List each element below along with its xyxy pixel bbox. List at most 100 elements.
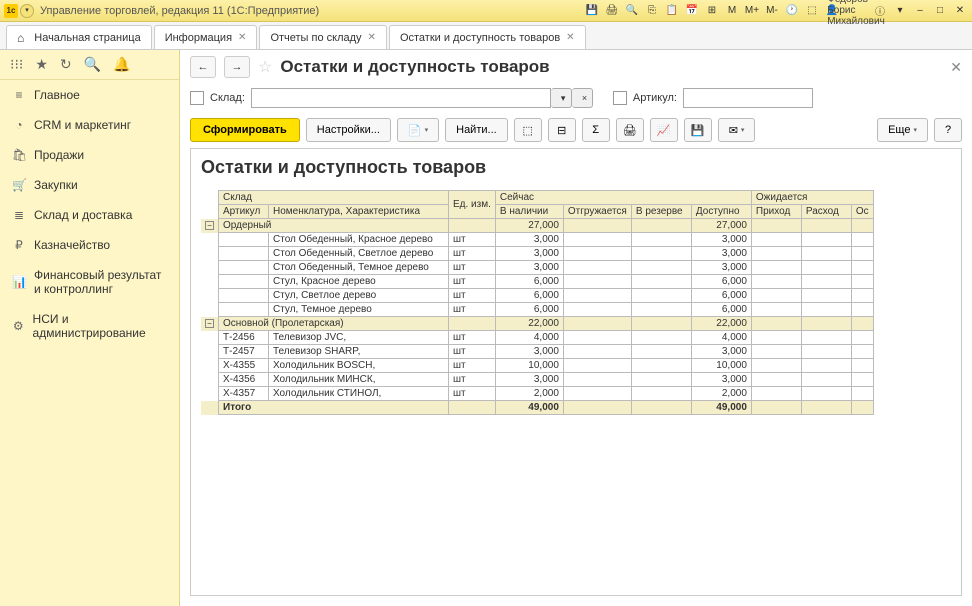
table-row[interactable]: Т-2457Телевизор SHARP,шт3,0003,000 (201, 345, 873, 359)
sidebar-icon: ₽ (12, 238, 26, 252)
sidebar-item-label: Склад и доставка (34, 208, 132, 222)
sklad-label: Склад: (210, 92, 245, 104)
minimize-button[interactable]: – (912, 3, 928, 19)
artikul-checkbox[interactable] (613, 91, 627, 105)
sidebar-item-label: Финансовый результат и контроллинг (34, 268, 169, 296)
table-row[interactable]: Стул, Красное деревошт6,0006,000 (201, 275, 873, 289)
star-icon[interactable]: ★ (35, 56, 48, 73)
sidebar-item-0[interactable]: ≡Главное (0, 80, 179, 110)
expand-button[interactable]: ⬚ (514, 118, 542, 142)
table-row[interactable]: Стол Обеденный, Красное деревошт3,0003,0… (201, 233, 873, 247)
table-row[interactable]: Х-4357Холодильник СТИНОЛ,шт2,0002,000 (201, 387, 873, 401)
table-row[interactable]: Х-4355Холодильник BOSCH,шт10,00010,000 (201, 359, 873, 373)
sidebar-item-4[interactable]: ≣Склад и доставка (0, 200, 179, 230)
save-report-button[interactable]: 💾 (684, 118, 712, 142)
forward-button[interactable]: → (224, 56, 250, 78)
sidebar-item-2[interactable]: 🛍 Продажи (0, 140, 179, 170)
bell-icon[interactable]: 🔔 (113, 56, 130, 73)
sidebar-icon: 🛍 (12, 148, 26, 162)
close-icon[interactable]: ✕ (368, 32, 376, 43)
titlebar: 1c ▾ Управление торговлей, редакция 11 (… (0, 0, 972, 22)
content-header: ← → ☆ Остатки и доступность товаров ✕ (180, 50, 972, 84)
sidebar-item-label: Продажи (34, 148, 84, 162)
find-button[interactable]: Найти... (445, 118, 508, 142)
report-table: СкладЕд. изм.СейчасОжидаетсяАртикулНомен… (201, 190, 874, 415)
content: ← → ☆ Остатки и доступность товаров ✕ Ск… (180, 50, 972, 606)
collapse-icon[interactable]: − (205, 319, 214, 328)
tab-home[interactable]: Начальная страница (6, 25, 152, 49)
back-button[interactable]: ← (190, 56, 216, 78)
table-row[interactable]: Стул, Светлое деревошт6,0006,000 (201, 289, 873, 303)
close-window-button[interactable]: ✕ (952, 3, 968, 19)
hdr-ed: Ед. изм. (449, 191, 496, 219)
tab-reports[interactable]: Отчеты по складу✕ (259, 25, 387, 49)
calendar-icon[interactable]: 📅 (684, 3, 700, 19)
nav-icon[interactable]: ⬚ (804, 3, 820, 19)
sklad-input[interactable] (251, 88, 551, 108)
print-button[interactable]: 🖨 (616, 118, 644, 142)
close-icon[interactable]: ✕ (238, 32, 246, 43)
hdr-expected: Ожидается (751, 191, 873, 205)
sklad-checkbox[interactable] (190, 91, 204, 105)
clipboard-icon[interactable]: 📋 (664, 3, 680, 19)
report-area[interactable]: Остатки и доступность товаров СкладЕд. и… (190, 148, 962, 596)
dropdown-icon[interactable]: ▾ (892, 3, 908, 19)
favorite-icon[interactable]: ☆ (258, 57, 272, 77)
hdr-now: Сейчас (495, 191, 751, 205)
m-plus-icon[interactable]: M+ (744, 3, 760, 19)
apps-icon[interactable]: ⁝⁝⁝ (10, 56, 23, 73)
form-button[interactable]: Сформировать (190, 118, 300, 142)
report-title: Остатки и доступность товаров (201, 157, 951, 178)
close-page-button[interactable]: ✕ (950, 59, 962, 76)
hdr-instock: В наличии (495, 205, 563, 219)
sidebar-item-5[interactable]: ₽ Казначейство (0, 230, 179, 260)
group-row[interactable]: −Ордерный27,00027,000 (201, 219, 873, 233)
sidebar-item-7[interactable]: ⚙НСИ и администрирование (0, 304, 179, 348)
tab-label: Остатки и доступность товаров (400, 32, 560, 44)
calc-icon[interactable]: ⊞ (704, 3, 720, 19)
sidebar-item-6[interactable]: 📊 Финансовый результат и контроллинг (0, 260, 179, 304)
table-row[interactable]: Стул, Темное деревошт6,0006,000 (201, 303, 873, 317)
tab-info[interactable]: Информация✕ (154, 25, 258, 49)
sidebar-item-label: Казначейство (34, 238, 110, 252)
table-row[interactable]: Т-2456Телевизор JVC,шт4,0004,000 (201, 331, 873, 345)
sum-button[interactable]: Σ (582, 118, 610, 142)
maximize-button[interactable]: □ (932, 3, 948, 19)
tab-stock[interactable]: Остатки и доступность товаров ✕ (389, 25, 586, 49)
search-icon[interactable]: 🔍 (84, 56, 101, 73)
sidebar-item-1[interactable]: ◔CRM и маркетинг (0, 110, 179, 140)
email-button[interactable]: ✉▾ (718, 118, 756, 142)
collapse-button[interactable]: ⊟ (548, 118, 576, 142)
more-button[interactable]: Еще▾ (877, 118, 928, 142)
group-row[interactable]: −Основной (Пролетарская)22,00022,000 (201, 317, 873, 331)
sklad-dropdown-button[interactable]: ▾ (551, 88, 572, 108)
hdr-artikul: Артикул (219, 205, 269, 219)
m-minus-icon[interactable]: M- (764, 3, 780, 19)
print-icon[interactable]: 🖨 (604, 3, 620, 19)
artikul-input[interactable] (683, 88, 813, 108)
more-label: Еще (888, 124, 910, 136)
user-name[interactable]: Федоров Борис Михайлович (848, 3, 864, 19)
sidebar-item-3[interactable]: 🛒Закупки (0, 170, 179, 200)
filter-row: Склад: ▾ × Артикул: (180, 84, 972, 112)
settings-button[interactable]: Настройки... (306, 118, 391, 142)
m-icon[interactable]: M (724, 3, 740, 19)
hdr-expense: Расход (801, 205, 851, 219)
copy-button[interactable]: 📄▾ (397, 118, 439, 142)
table-row[interactable]: Стол Обеденный, Светлое деревошт3,0003,0… (201, 247, 873, 261)
save-icon[interactable]: 💾 (584, 3, 600, 19)
compare-icon[interactable]: ⎘ (644, 3, 660, 19)
sklad-clear-button[interactable]: × (572, 88, 593, 108)
clock-icon[interactable]: 🕐 (784, 3, 800, 19)
close-icon[interactable]: ✕ (566, 32, 574, 43)
help-button[interactable]: ? (934, 118, 962, 142)
history-icon[interactable]: ↻ (60, 56, 72, 73)
table-row[interactable]: Стол Обеденный, Темное деревошт3,0003,00… (201, 261, 873, 275)
app-menu-dropdown[interactable]: ▾ (20, 4, 34, 18)
preview-icon[interactable]: 🔍 (624, 3, 640, 19)
sidebar-icon: 📊 (12, 275, 26, 289)
table-row[interactable]: Х-4356Холодильник МИНСК,шт3,0003,000 (201, 373, 873, 387)
collapse-icon[interactable]: − (205, 221, 214, 230)
info-icon[interactable]: ⓘ (872, 3, 888, 19)
chart-button[interactable]: 📈 (650, 118, 678, 142)
